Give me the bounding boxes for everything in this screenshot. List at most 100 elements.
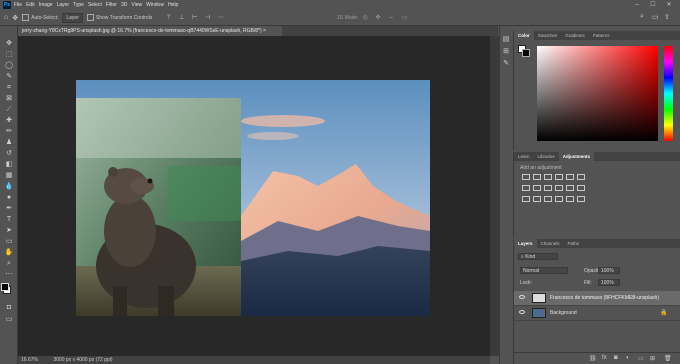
- tab-channels[interactable]: Channels: [537, 239, 564, 248]
- photo-filter-adjustment-icon[interactable]: [544, 185, 552, 191]
- canvas-image[interactable]: [18, 36, 490, 356]
- move-icon[interactable]: ✥: [3, 40, 15, 48]
- tab-libraries[interactable]: Libraries: [534, 152, 559, 161]
- menu-edit[interactable]: Edit: [26, 2, 35, 8]
- color-lookup-adjustment-icon[interactable]: [566, 185, 574, 191]
- invert-adjustment-icon[interactable]: [577, 185, 585, 191]
- rectangle-icon[interactable]: ▭: [3, 238, 15, 246]
- tab-color[interactable]: Color: [514, 31, 534, 40]
- fx-icon[interactable]: fx: [602, 355, 607, 361]
- menu-image[interactable]: Image: [39, 2, 53, 8]
- fill-field[interactable]: 100%: [598, 279, 620, 286]
- tab-adjustments[interactable]: Adjustments: [558, 152, 595, 161]
- canvas-area[interactable]: [18, 36, 490, 356]
- pen-icon[interactable]: ✒: [3, 205, 15, 213]
- artboard-icon[interactable]: ⬚: [3, 51, 15, 59]
- posterize-adjustment-icon[interactable]: [522, 196, 530, 202]
- home-icon[interactable]: ⌂: [4, 14, 8, 21]
- layer-filter-kind[interactable]: ⌕ Kind: [518, 253, 558, 260]
- minimize-button[interactable]: –: [630, 0, 644, 10]
- transform-controls-checkbox[interactable]: Show Transform Controls: [86, 14, 152, 21]
- healing-icon[interactable]: ✚: [3, 117, 15, 125]
- brush-panel-icon[interactable]: ✎: [500, 60, 512, 68]
- document-tab[interactable]: jerry-zhang-Y8CxTRg9PS-unsplash.jpg @ 16…: [18, 26, 282, 36]
- workspace-icon[interactable]: ▭: [652, 13, 659, 21]
- lasso-icon[interactable]: ◯: [3, 62, 15, 70]
- tab-learn[interactable]: Learn: [514, 152, 534, 161]
- vibrance-adjustment-icon[interactable]: [566, 174, 574, 180]
- curves-adjustment-icon[interactable]: [544, 174, 552, 180]
- menu-file[interactable]: File: [14, 2, 22, 8]
- history-brush-icon[interactable]: ↺: [3, 150, 15, 158]
- layer-select-dropdown[interactable]: Layer: [62, 12, 83, 23]
- layer-name[interactable]: Francesco de tommaso (8FHCFKMEB-unsplash…: [550, 295, 659, 301]
- layer-row-selected[interactable]: Francesco de tommaso (8FHCFKMEB-unsplash…: [514, 291, 680, 306]
- properties-panel-icon[interactable]: ⊞: [500, 48, 512, 56]
- tab-layers[interactable]: Layers: [514, 239, 537, 248]
- move-tool-icon[interactable]: ✥: [12, 14, 18, 22]
- tab-patterns[interactable]: Patterns: [589, 31, 614, 40]
- zoom-icon[interactable]: ⌕: [3, 260, 15, 268]
- foreground-color-swatch[interactable]: [1, 283, 9, 291]
- menu-type[interactable]: Type: [73, 2, 84, 8]
- menu-3d[interactable]: 3D: [121, 2, 127, 8]
- menu-layer[interactable]: Layer: [57, 2, 70, 8]
- trash-icon[interactable]: 🗑: [664, 355, 672, 362]
- blend-mode-select[interactable]: Normal: [520, 267, 568, 274]
- menu-select[interactable]: Select: [88, 2, 102, 8]
- dodge-icon[interactable]: ●: [3, 194, 15, 202]
- close-button[interactable]: ✕: [662, 0, 676, 10]
- align-icons[interactable]: ⊤ ⊥ ⊢ ⊣ ⋯: [166, 14, 227, 21]
- solid-color-adjustment-icon[interactable]: [566, 196, 574, 202]
- channel-mixer-adjustment-icon[interactable]: [555, 185, 563, 191]
- color-balance-adjustment-icon[interactable]: [522, 185, 530, 191]
- menu-filter[interactable]: Filter: [106, 2, 117, 8]
- gradient-icon[interactable]: ▦: [3, 172, 15, 180]
- frame-icon[interactable]: ⊠: [3, 95, 15, 103]
- zoom-level[interactable]: 16.67%: [21, 357, 38, 363]
- group-icon[interactable]: ▭: [638, 355, 644, 362]
- selective-color-adjustment-icon[interactable]: [544, 196, 552, 202]
- 3d-mode-icons[interactable]: ◎ ✥ ⇔ ▭: [363, 14, 411, 21]
- color-field[interactable]: [537, 46, 658, 141]
- gradient-map-adjustment-icon[interactable]: [555, 196, 563, 202]
- eyedropper-icon[interactable]: ⟋: [3, 106, 15, 114]
- vertical-scrollbar[interactable]: [490, 36, 499, 356]
- type-icon[interactable]: T: [3, 216, 15, 224]
- history-panel-icon[interactable]: ▤: [500, 36, 512, 44]
- search-icon[interactable]: ⌕: [640, 13, 644, 21]
- new-layer-icon[interactable]: ⊞: [650, 355, 655, 362]
- bg-color-chip[interactable]: [522, 49, 530, 57]
- exposure-adjustment-icon[interactable]: [555, 174, 563, 180]
- mask-icon[interactable]: ◙: [614, 355, 618, 361]
- blur-icon[interactable]: 💧: [3, 183, 15, 191]
- hue-slider[interactable]: [664, 46, 673, 141]
- layer-row-background[interactable]: Background 🔒: [514, 306, 680, 321]
- tab-swatches[interactable]: Swatches: [534, 31, 562, 40]
- brightness-adjustment-icon[interactable]: [522, 174, 530, 180]
- link-icon[interactable]: ⛓: [589, 355, 597, 362]
- tab-gradients[interactable]: Gradients: [561, 31, 589, 40]
- tab-paths[interactable]: Paths: [564, 239, 584, 248]
- eye-icon[interactable]: [519, 310, 525, 314]
- threshold-adjustment-icon[interactable]: [533, 196, 541, 202]
- maximize-button[interactable]: ☐: [646, 0, 660, 10]
- path-select-icon[interactable]: ➤: [3, 227, 15, 235]
- quick-select-icon[interactable]: ✎: [3, 73, 15, 81]
- share-icon[interactable]: ⇪: [664, 13, 670, 21]
- stamp-icon[interactable]: ♟: [3, 139, 15, 147]
- menu-view[interactable]: View: [131, 2, 142, 8]
- black-white-adjustment-icon[interactable]: [533, 185, 541, 191]
- more-icon[interactable]: ⋯: [3, 271, 15, 279]
- menu-window[interactable]: Window: [146, 2, 164, 8]
- opacity-field[interactable]: 100%: [598, 267, 620, 274]
- eraser-icon[interactable]: ◧: [3, 161, 15, 169]
- eye-icon[interactable]: [519, 295, 525, 299]
- hue-saturation-adjustment-icon[interactable]: [577, 174, 585, 180]
- pattern-adjustment-icon[interactable]: [577, 196, 585, 202]
- menu-help[interactable]: Help: [168, 2, 178, 8]
- brush-icon[interactable]: ✏: [3, 128, 15, 136]
- adjustment-icon[interactable]: ◐: [626, 355, 630, 361]
- hand-icon[interactable]: ✋: [3, 249, 15, 257]
- crop-icon[interactable]: ⌗: [3, 84, 15, 92]
